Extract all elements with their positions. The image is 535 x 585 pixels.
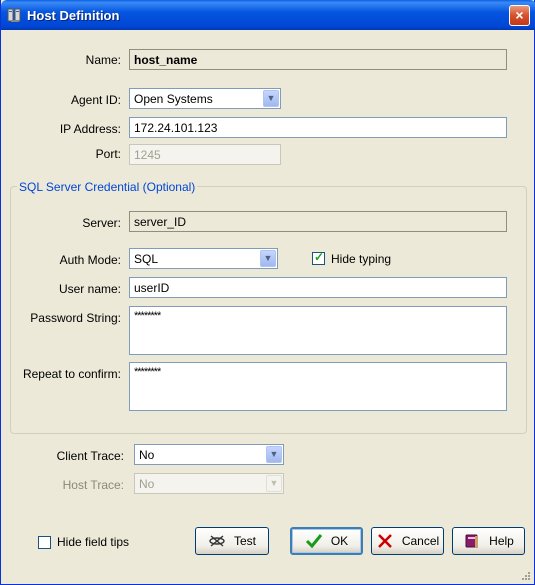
name-label: Name: [85, 53, 121, 67]
server-field[interactable]: server_ID [129, 211, 507, 232]
title-bar[interactable]: Host Definition × [1, 0, 535, 30]
agent-id-label: Agent ID: [70, 93, 121, 107]
resize-grip-icon[interactable] [521, 571, 531, 581]
ip-address-input[interactable]: 172.24.101.123 [129, 117, 507, 138]
cancel-button-label: Cancel [401, 534, 440, 548]
help-button[interactable]: Help [452, 527, 525, 555]
auth-mode-select[interactable]: SQL ▼ [129, 248, 278, 269]
server-label: Server: [82, 216, 121, 230]
port-input[interactable]: 1245 [129, 144, 281, 165]
ip-address-label: IP Address: [59, 122, 121, 136]
close-button[interactable]: × [509, 5, 530, 26]
host-trace-label: Host Trace: [62, 478, 124, 492]
chevron-down-icon[interactable]: ▼ [260, 250, 276, 267]
host-trace-value: No [139, 477, 155, 491]
test-button-label: Test [233, 534, 256, 548]
cancel-button[interactable]: Cancel [371, 527, 444, 555]
port-label: Port: [95, 147, 121, 161]
test-icon [209, 535, 225, 547]
checkmark-icon: ✓ [314, 250, 325, 264]
hide-field-tips-checkbox[interactable] [38, 536, 51, 549]
test-button[interactable]: Test [195, 527, 269, 555]
hide-field-tips-label[interactable]: Hide field tips [57, 535, 129, 549]
chevron-down-icon: ▼ [266, 475, 282, 492]
repeat-confirm-label: Repeat to confirm: [22, 367, 121, 381]
chevron-down-icon[interactable]: ▼ [263, 90, 279, 107]
chevron-down-icon[interactable]: ▼ [266, 446, 282, 463]
cancel-x-icon [377, 534, 392, 548]
agent-id-select[interactable]: Open Systems ▼ [129, 88, 281, 109]
password-input[interactable]: ******** [129, 306, 507, 355]
hide-typing-checkbox[interactable]: ✓ [312, 250, 325, 265]
ok-button[interactable]: OK [290, 527, 363, 555]
password-label: Password String: [30, 311, 121, 325]
host-definition-dialog: Host Definition × Name: host_name Agent … [0, 0, 535, 585]
window-title: Host Definition [27, 8, 120, 23]
help-book-icon [465, 534, 479, 548]
name-field[interactable]: host_name [129, 49, 507, 70]
agent-id-value: Open Systems [134, 92, 213, 106]
hide-typing-label[interactable]: Hide typing [331, 252, 391, 266]
help-button-label: Help [489, 534, 514, 548]
user-name-input[interactable]: userID [129, 277, 507, 298]
auth-mode-value: SQL [134, 252, 159, 266]
client-trace-select[interactable]: No ▼ [134, 444, 284, 465]
client-trace-label: Client Trace: [56, 449, 124, 463]
host-trace-select[interactable]: No ▼ [134, 473, 284, 494]
user-name-label: User name: [58, 282, 121, 296]
ok-button-label: OK [330, 534, 349, 548]
auth-mode-label: Auth Mode: [59, 253, 121, 267]
repeat-confirm-input[interactable]: ******** [129, 362, 507, 411]
host-app-icon [7, 8, 21, 22]
client-trace-value: No [139, 448, 155, 462]
close-icon: × [515, 7, 524, 23]
checkmark-icon [305, 534, 322, 549]
sql-credential-group-title: SQL Server Credential (Optional) [17, 180, 198, 194]
